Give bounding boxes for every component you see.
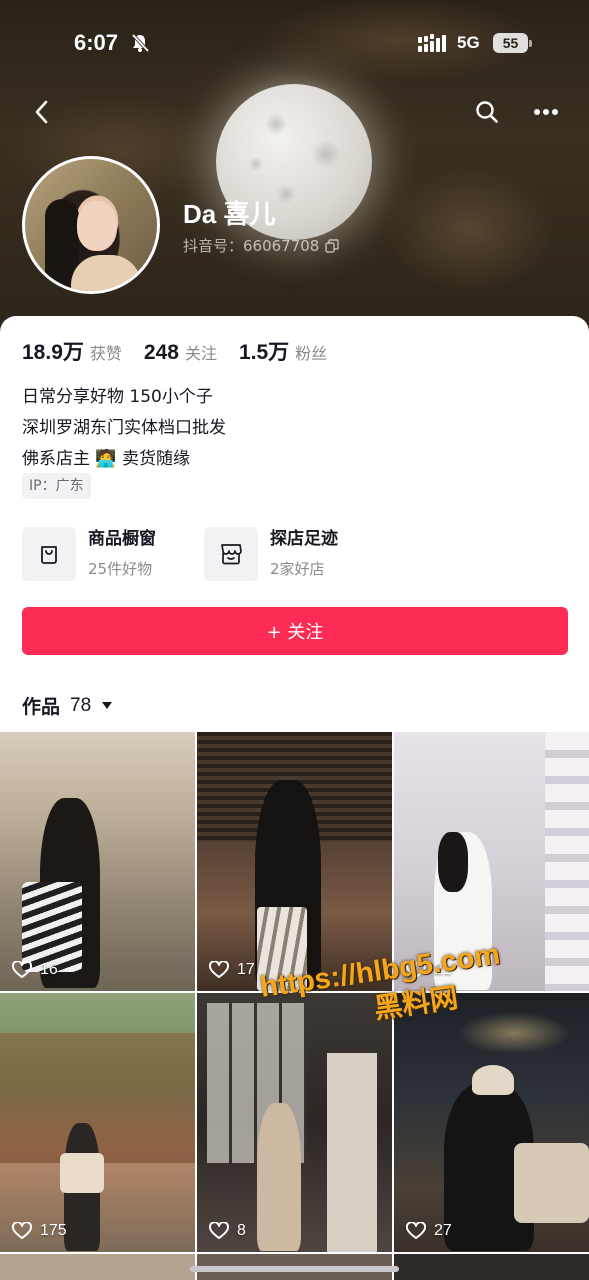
heart-outline-icon (406, 1222, 426, 1239)
store-visits-entry[interactable]: 探店足迹 2家好店 (204, 526, 338, 582)
works-count: 78 (70, 694, 92, 716)
video-likes-count: 16 (40, 961, 58, 978)
heart-outline-icon (12, 961, 32, 978)
stat-label: 粉丝 (295, 344, 328, 363)
video-likes: 16 (12, 961, 58, 979)
video-thumbnail-partial[interactable] (394, 1254, 589, 1280)
status-bar: 6:07 5G 55 (0, 0, 589, 88)
avatar[interactable] (22, 156, 160, 294)
status-time: 6:07 (74, 30, 119, 55)
network-type: 5G (457, 33, 480, 52)
video-thumbnail[interactable]: 16 (0, 732, 195, 991)
feature-subtitle: 2家好店 (270, 560, 325, 578)
heart-outline-icon (209, 1222, 229, 1239)
follow-button[interactable]: + 关注 (22, 607, 568, 655)
profile-stats: 18.9万 获赞 248 关注 1.5万 粉丝 (22, 336, 349, 366)
back-button[interactable] (22, 92, 62, 132)
avatar-shoulders (71, 255, 141, 291)
video-thumbnail[interactable]: 17 (197, 732, 392, 991)
feature-title: 商品橱窗 (88, 529, 156, 549)
bell-muted-icon (131, 33, 150, 53)
chevron-left-icon (35, 100, 48, 124)
works-title: 作品 (22, 696, 61, 718)
battery-level: 55 (493, 33, 528, 53)
video-likes-count: 17 (237, 961, 255, 978)
stat-likes[interactable]: 18.9万 获赞 (22, 336, 122, 366)
video-likes: 17 (209, 961, 255, 979)
video-thumbnail-partial[interactable] (0, 1254, 195, 1280)
stat-value: 1.5万 (238, 341, 290, 364)
feature-subtitle: 25件好物 (88, 560, 153, 578)
profile-card: 18.9万 获赞 248 关注 1.5万 粉丝 日常分享好物 150小个子 深圳… (0, 316, 589, 1280)
shopping-bag-icon (41, 546, 57, 564)
stat-followers[interactable]: 1.5万 粉丝 (239, 336, 327, 366)
douyin-id: 抖音号：66067708 (183, 235, 340, 256)
video-likes: 8 (209, 1222, 246, 1240)
storefront-icon (221, 544, 242, 565)
copy-icon[interactable] (325, 238, 340, 253)
feature-title: 探店足迹 (270, 529, 338, 549)
signal-icon (418, 34, 446, 52)
video-likes-count: 175 (40, 1222, 67, 1239)
feature-text: 商品橱窗 25件好物 (88, 527, 156, 581)
avatar-face (77, 201, 117, 251)
video-thumbnail[interactable]: 27 (394, 993, 589, 1252)
heart-outline-icon (209, 961, 229, 978)
video-likes-count: 27 (434, 1222, 452, 1239)
stat-following[interactable]: 248 关注 (144, 340, 217, 365)
search-button[interactable] (467, 92, 507, 132)
caret-down-icon (102, 701, 113, 709)
douyin-id-text: 抖音号：66067708 (183, 237, 320, 255)
shopping-bag-icon-box (22, 527, 76, 581)
feature-text: 探店足迹 2家好店 (270, 527, 338, 581)
stat-value: 248 (143, 341, 179, 364)
stat-label: 关注 (184, 344, 217, 363)
stat-label: 获赞 (89, 344, 122, 363)
stat-value: 18.9万 (22, 341, 84, 364)
profile-bio: 日常分享好物 150小个子 深圳罗湖东门实体档口批发 佛系店主 🧑‍💻 卖货随缘 (22, 382, 226, 475)
more-dots-icon (534, 109, 558, 115)
video-thumbnail[interactable]: 175 (0, 993, 195, 1252)
bio-line: 佛系店主 🧑‍💻 卖货随缘 (22, 449, 190, 469)
ip-location-tag: IP：广东 (22, 473, 91, 499)
video-likes: 175 (12, 1222, 67, 1240)
product-showcase-entry[interactable]: 商品橱窗 25件好物 (22, 526, 156, 582)
home-indicator[interactable] (190, 1266, 399, 1272)
battery-tip (529, 40, 532, 47)
profile-name: Da 喜儿 (183, 199, 276, 229)
works-tab[interactable]: 作品 78 (22, 692, 113, 719)
more-options-button[interactable] (526, 92, 566, 132)
heart-outline-icon (12, 1222, 32, 1239)
video-likes: 27 (406, 1222, 452, 1240)
bio-line: 深圳罗湖东门实体档口批发 (22, 418, 226, 438)
storefront-icon-box (204, 527, 258, 581)
search-icon (476, 101, 498, 123)
battery-indicator: 55 (493, 33, 532, 53)
bio-line: 日常分享好物 150小个子 (22, 387, 213, 407)
video-likes-count: 8 (237, 1222, 246, 1239)
